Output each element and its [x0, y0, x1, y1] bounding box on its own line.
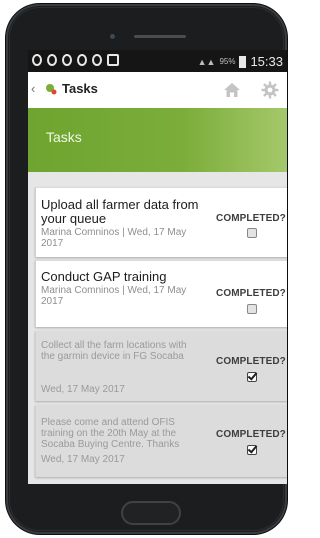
image-notification-icon [107, 54, 119, 66]
completed-label: COMPLETED? [216, 429, 286, 440]
app-bar: ‹ Tasks [28, 72, 287, 109]
task-title: Conduct GAP training [41, 269, 167, 284]
status-bar: ▲▲ 95% 15:33 [28, 50, 287, 72]
task-message: Collect all the farm locations with the … [41, 340, 187, 362]
battery-icon [239, 55, 247, 68]
camera-icon [110, 34, 115, 39]
task-message: Please come and attend OFIS training on … [41, 417, 180, 450]
notification-icon [62, 54, 72, 66]
task-card-completed[interactable]: Please come and attend OFIS training on … [35, 405, 287, 477]
task-date: Wed, 17 May 2017 [41, 454, 125, 465]
back-icon[interactable]: ‹ [31, 81, 35, 96]
task-card-completed[interactable]: Collect all the farm locations with the … [35, 331, 287, 401]
task-card[interactable]: Conduct GAP training Marina Comninos | W… [35, 260, 287, 327]
app-title: Tasks [62, 81, 98, 96]
task-card[interactable]: Upload all farmer data from your queue M… [35, 187, 287, 257]
completed-checkbox[interactable] [247, 228, 257, 238]
app-logo-icon [46, 84, 57, 95]
task-date: Wed, 17 May 2017 [41, 384, 125, 395]
phone-frame: ▲▲ 95% 15:33 ‹ Tasks Tasks Upload all fa… [6, 4, 287, 534]
page-title: Tasks [46, 129, 82, 145]
speaker-grille [134, 35, 186, 38]
page-header: Tasks [28, 108, 287, 172]
completed-label: COMPLETED? [216, 213, 286, 224]
task-meta: Marina Comninos | Wed, 17 May 2017 [41, 285, 187, 307]
completed-label: COMPLETED? [216, 288, 286, 299]
notification-icon [77, 54, 87, 66]
notification-icons [32, 54, 119, 66]
battery-percent: 95% [219, 57, 236, 66]
completed-checkbox[interactable] [247, 445, 257, 455]
completed-checkbox[interactable] [247, 304, 257, 314]
home-icon[interactable] [223, 81, 241, 99]
notification-icon [47, 54, 57, 66]
task-meta: Marina Comninos | Wed, 17 May 2017 [41, 227, 187, 249]
notification-icon [92, 54, 102, 66]
completed-label: COMPLETED? [216, 356, 286, 367]
screen: ▲▲ 95% 15:33 ‹ Tasks Tasks Upload all fa… [28, 50, 287, 484]
gear-icon[interactable] [261, 81, 279, 99]
signal-icon: ▲▲ [197, 56, 216, 67]
completed-checkbox[interactable] [247, 372, 257, 382]
notification-icon [32, 54, 42, 66]
home-button[interactable] [121, 501, 181, 525]
status-right: ▲▲ 95% 15:33 [198, 54, 283, 69]
clock: 15:33 [250, 54, 283, 69]
task-title: Upload all farmer data from your queue [41, 197, 199, 226]
